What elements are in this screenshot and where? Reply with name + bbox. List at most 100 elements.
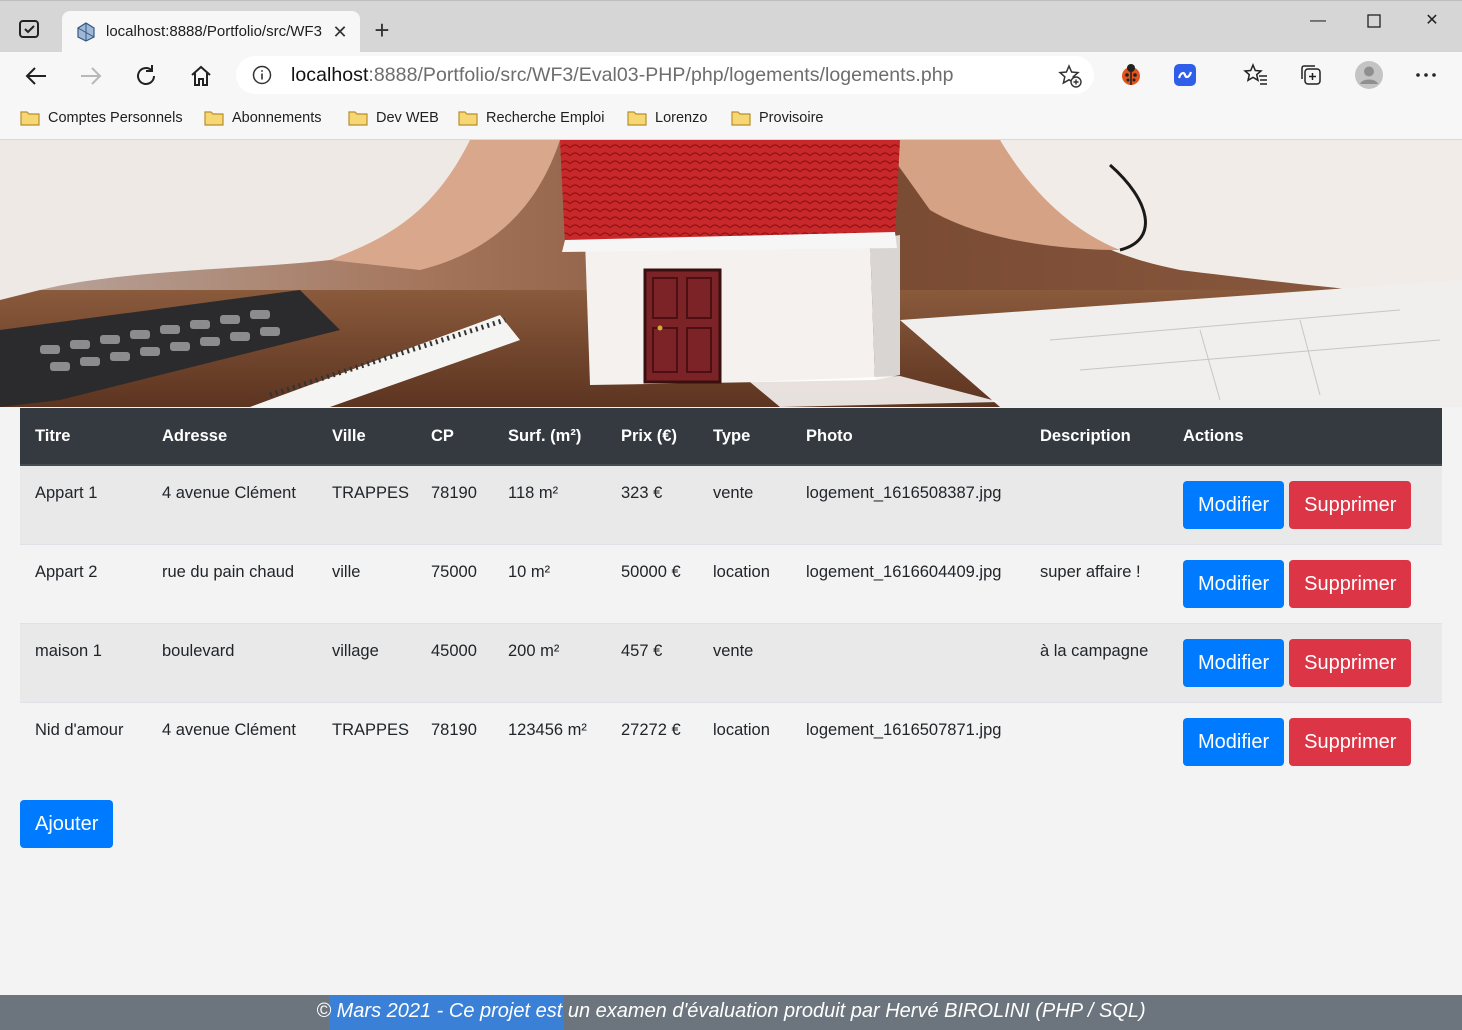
cell-cp: 45000	[416, 622, 493, 702]
profile-avatar-icon[interactable]	[1354, 60, 1384, 90]
column-header: Adresse	[147, 408, 317, 466]
active-tab[interactable]: localhost:8888/Portfolio/src/WF3 ✕	[62, 11, 360, 53]
folder-icon	[627, 111, 647, 126]
bookmark-folder[interactable]: Provisoire	[731, 107, 823, 129]
cell-type: location	[698, 701, 791, 781]
cell-photo: logement_1616508387.jpg	[791, 464, 1025, 544]
cell-ville: village	[317, 622, 416, 702]
table-row: Nid d'amour 4 avenue Clément TRAPPES 781…	[20, 701, 1442, 781]
back-icon[interactable]	[22, 62, 50, 90]
tab-strip: localhost:8888/Portfolio/src/WF3 ✕ + — ✕	[0, 0, 1462, 53]
delete-button[interactable]: Supprimer	[1289, 559, 1412, 608]
refresh-icon[interactable]	[132, 62, 160, 90]
bookmark-folder[interactable]: Abonnements	[204, 107, 321, 129]
cell-prix: 50000 €	[606, 543, 698, 623]
cell-description: super affaire !	[1025, 543, 1168, 623]
footer-text: © Mars 2021 - Ce projet est un examen d'…	[316, 1000, 1146, 1022]
cell-titre: Appart 1	[20, 464, 147, 544]
site-info-icon[interactable]	[252, 65, 272, 85]
column-header: Ville	[317, 408, 416, 466]
home-icon[interactable]	[187, 62, 215, 90]
logements-table: Titre Adresse Ville CP Surf. (m²) Prix (…	[20, 408, 1442, 781]
folder-icon	[20, 111, 40, 126]
modify-button[interactable]: Modifier	[1183, 481, 1285, 529]
folder-icon	[348, 111, 368, 126]
settings-more-icon[interactable]	[1413, 62, 1439, 88]
column-header: Titre	[20, 408, 147, 466]
tab-title: localhost:8888/Portfolio/src/WF3	[106, 23, 322, 40]
modify-button[interactable]: Modifier	[1183, 638, 1285, 687]
cell-ville: TRAPPES	[317, 701, 416, 781]
delete-button[interactable]: Supprimer	[1289, 481, 1412, 529]
table-row: Appart 2 rue du pain chaud ville 75000 1…	[20, 543, 1442, 623]
column-header: Type	[698, 408, 791, 466]
cell-actions: Modifier Supprimer	[1168, 543, 1442, 623]
delete-button[interactable]: Supprimer	[1289, 638, 1412, 687]
add-button[interactable]: Ajouter	[20, 800, 114, 848]
column-header: Actions	[1168, 408, 1442, 466]
bookmarks-bar: Comptes Personnels Abonnements Dev WEB R…	[0, 98, 1462, 140]
folder-icon	[204, 111, 224, 126]
cell-actions: Modifier Supprimer	[1168, 701, 1442, 781]
cell-photo: logement_1616604409.jpg	[791, 543, 1025, 623]
cell-surface: 200 m²	[493, 622, 606, 702]
cell-type: location	[698, 543, 791, 623]
cell-adresse: 4 avenue Clément	[147, 464, 317, 544]
favorites-icon[interactable]	[1243, 62, 1269, 88]
collections-icon[interactable]	[1298, 62, 1324, 88]
cell-adresse: rue du pain chaud	[147, 543, 317, 623]
cell-titre: Nid d'amour	[20, 701, 147, 781]
column-header: Prix (€)	[606, 408, 698, 466]
add-favorite-icon[interactable]	[1058, 64, 1082, 88]
page-content: Titre Adresse Ville CP Surf. (m²) Prix (…	[0, 140, 1462, 1030]
maximize-icon[interactable]	[1359, 9, 1389, 33]
bookmark-folder[interactable]: Dev WEB	[348, 107, 439, 129]
url-text: localhost:8888/Portfolio/src/WF3/Eval03-…	[291, 64, 954, 86]
modify-button[interactable]: Modifier	[1183, 559, 1285, 608]
cell-type: vente	[698, 464, 791, 544]
bookmark-folder[interactable]: Recherche Emploi	[458, 107, 604, 129]
cell-type: vente	[698, 622, 791, 702]
cell-description	[1025, 464, 1168, 544]
address-bar[interactable]: localhost:8888/Portfolio/src/WF3/Eval03-…	[236, 56, 1094, 94]
cell-ville: ville	[317, 543, 416, 623]
cell-prix: 27272 €	[606, 701, 698, 781]
extension-blue-icon[interactable]	[1172, 62, 1198, 88]
minimize-icon[interactable]: —	[1303, 9, 1333, 33]
close-window-icon[interactable]: ✕	[1417, 9, 1447, 33]
cell-prix: 323 €	[606, 464, 698, 544]
column-header: Surf. (m²)	[493, 408, 606, 466]
cell-adresse: boulevard	[147, 622, 317, 702]
cell-titre: Appart 2	[20, 543, 147, 623]
delete-button[interactable]: Supprimer	[1289, 717, 1412, 766]
cell-photo	[791, 622, 1025, 702]
table-row: Appart 1 4 avenue Clément TRAPPES 78190 …	[20, 464, 1442, 544]
cell-ville: TRAPPES	[317, 464, 416, 544]
extension-ladybug-icon[interactable]	[1118, 62, 1144, 88]
folder-icon	[458, 111, 478, 126]
cell-titre: maison 1	[20, 622, 147, 702]
cell-description: à la campagne	[1025, 622, 1168, 702]
table-row: maison 1 boulevard village 45000 200 m² …	[20, 622, 1442, 702]
cell-surface: 10 m²	[493, 543, 606, 623]
cell-cp: 78190	[416, 701, 493, 781]
tab-close-icon[interactable]: ✕	[330, 22, 350, 42]
cell-cp: 75000	[416, 543, 493, 623]
page-footer: © Mars 2021 - Ce projet est un examen d'…	[0, 995, 1462, 1030]
cell-surface: 118 m²	[493, 464, 606, 544]
cell-surface: 123456 m²	[493, 701, 606, 781]
site-favicon-icon	[76, 22, 96, 42]
tab-actions-icon[interactable]	[18, 19, 42, 41]
browser-toolbar: localhost:8888/Portfolio/src/WF3/Eval03-…	[0, 52, 1462, 98]
folder-icon	[731, 111, 751, 126]
bookmark-folder[interactable]: Lorenzo	[627, 107, 707, 129]
table-header-row: Titre Adresse Ville CP Surf. (m²) Prix (…	[20, 408, 1442, 466]
new-tab-icon[interactable]: +	[370, 17, 394, 43]
modify-button[interactable]: Modifier	[1183, 717, 1285, 766]
bookmark-folder[interactable]: Comptes Personnels	[20, 107, 183, 129]
hero-image	[0, 140, 1462, 407]
forward-icon[interactable]	[77, 62, 105, 90]
cell-actions: Modifier Supprimer	[1168, 622, 1442, 702]
cell-prix: 457 €	[606, 622, 698, 702]
cell-actions: Modifier Supprimer	[1168, 464, 1442, 544]
